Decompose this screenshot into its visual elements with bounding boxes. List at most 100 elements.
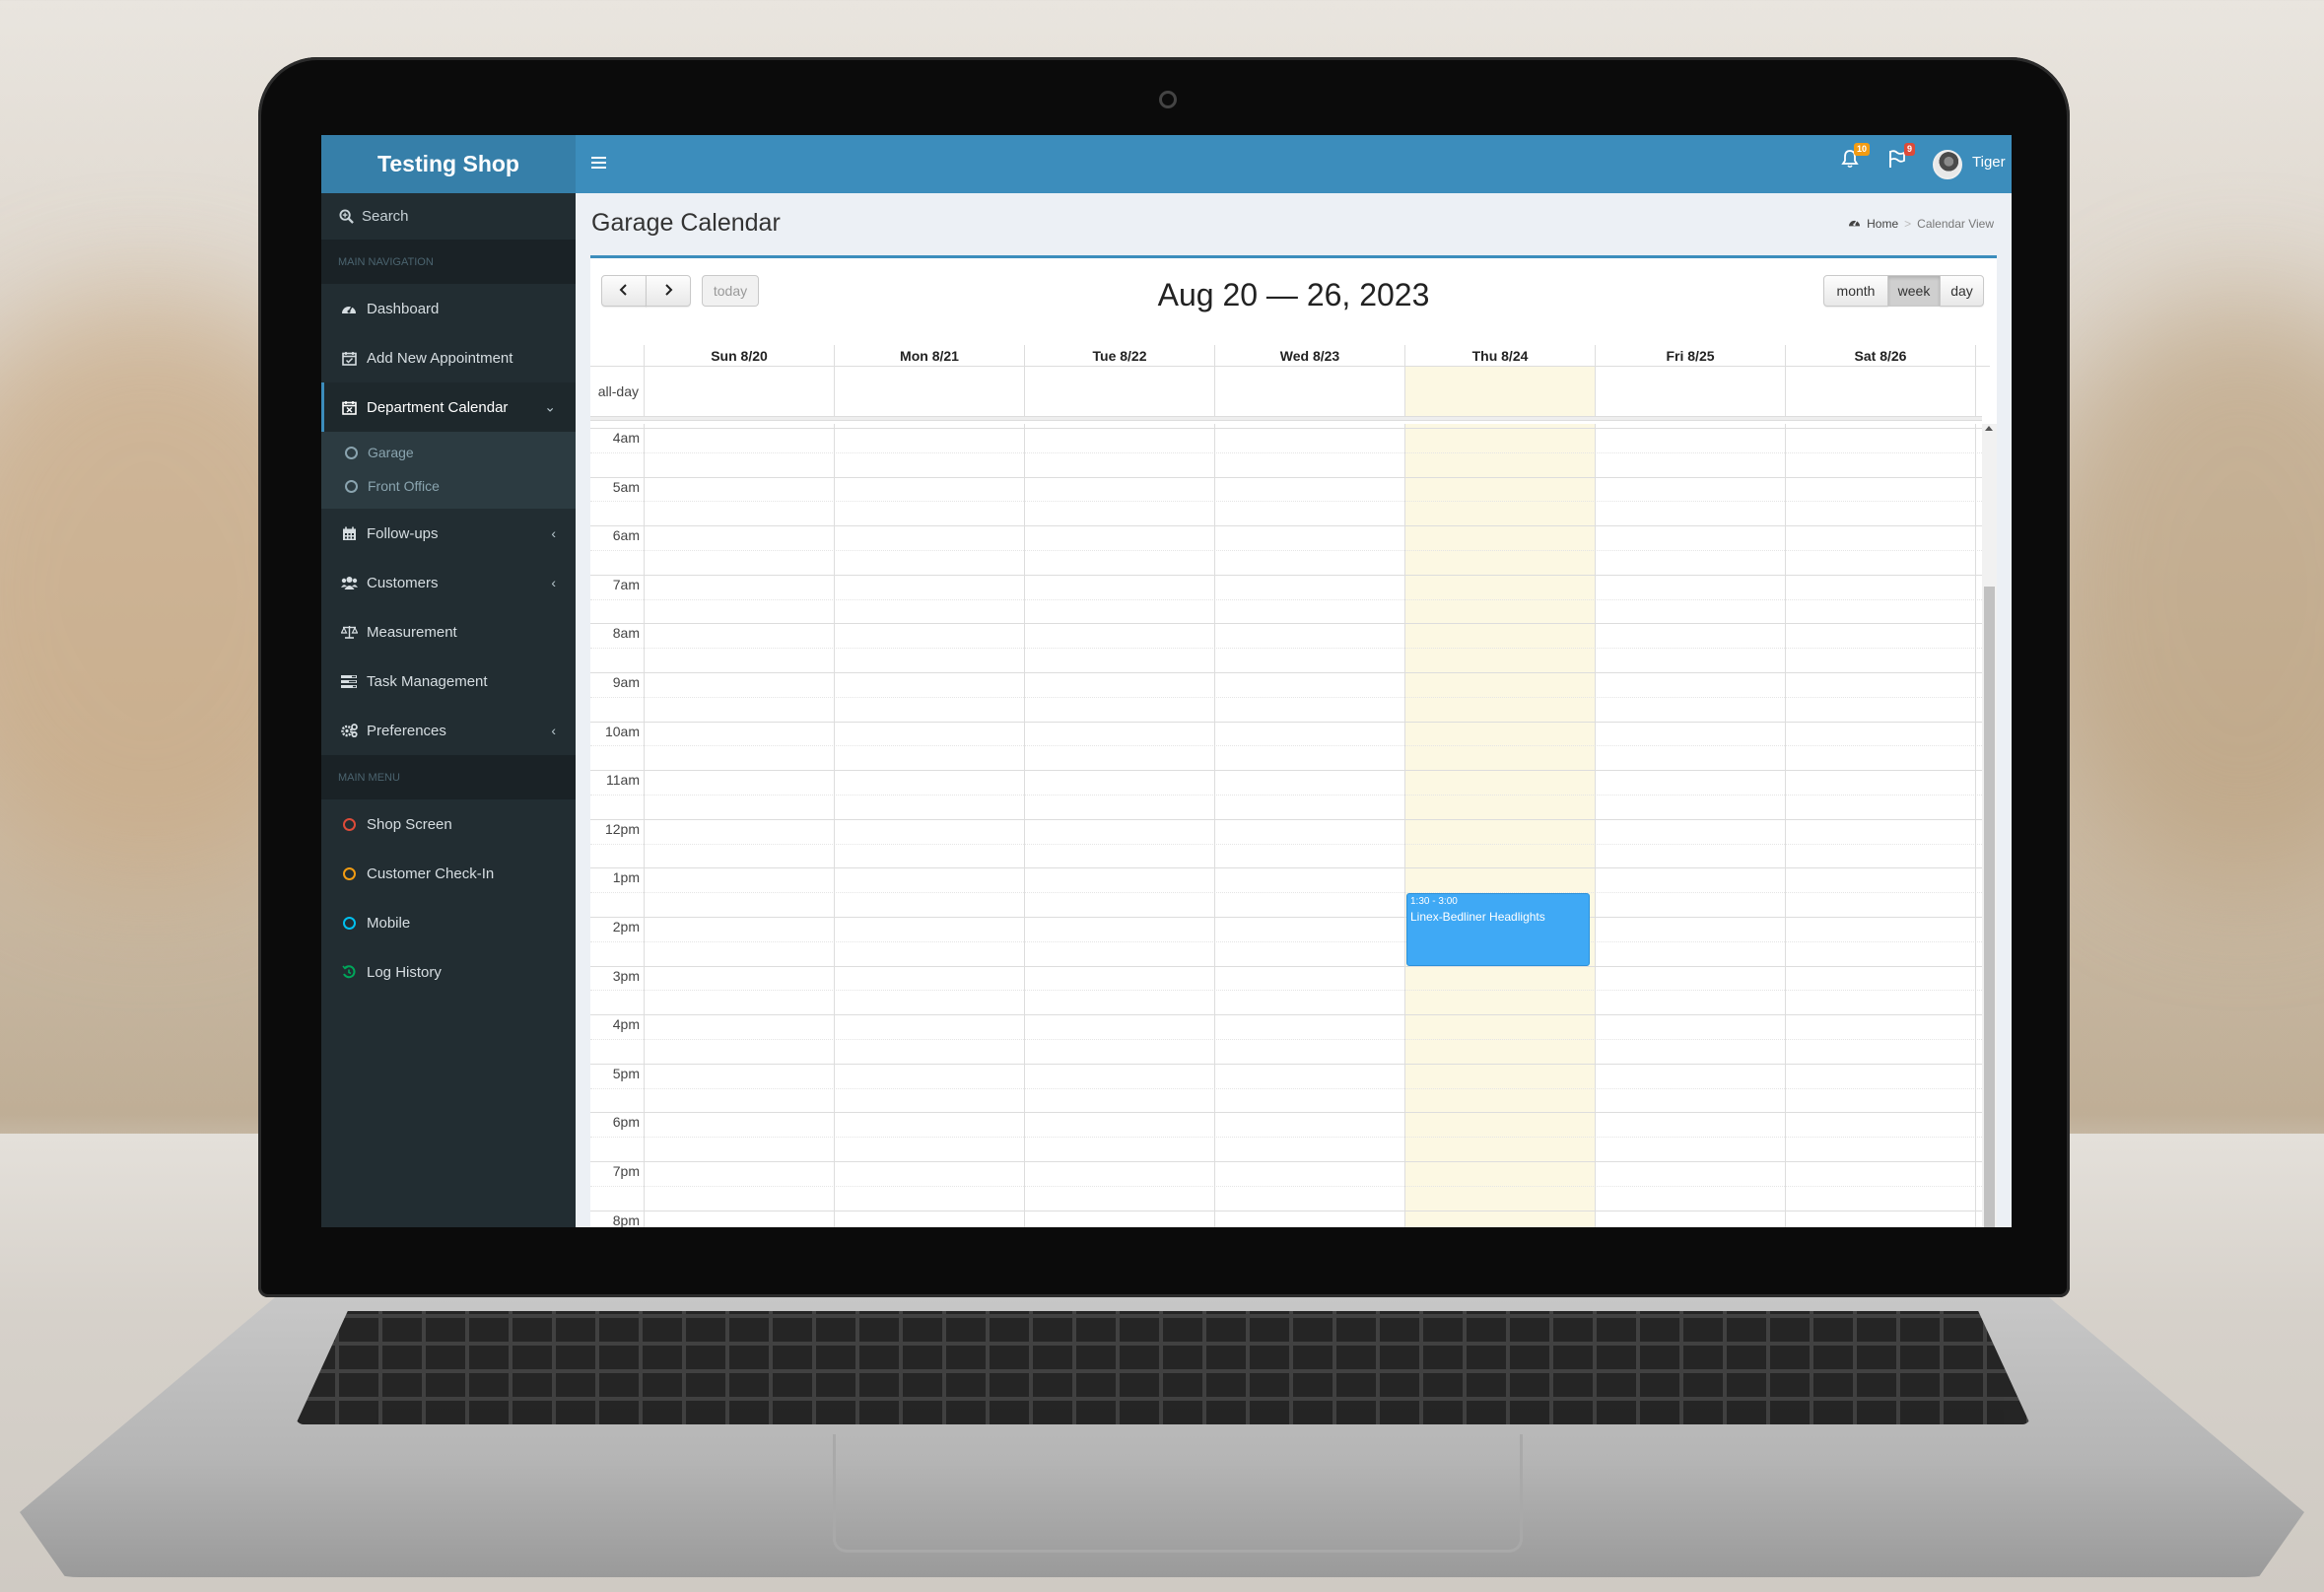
flags-button[interactable]: 9 <box>1888 143 1915 174</box>
sidebar-item-label: Task Management <box>367 672 488 690</box>
sidebar-item-measurement[interactable]: Measurement <box>321 607 576 657</box>
view-month-button[interactable]: month <box>1823 275 1888 307</box>
all-day-cell[interactable] <box>1404 367 1595 416</box>
hour-slot[interactable] <box>590 1161 1982 1162</box>
search-icon <box>339 209 354 224</box>
breadcrumb: Home > Calendar View <box>1848 217 1994 231</box>
half-hour-slot[interactable] <box>590 990 1982 992</box>
sidebar-item-log-history[interactable]: Log History <box>321 947 576 997</box>
sidebar-item-department-calendar[interactable]: Department Calendar ⌄ <box>321 382 576 432</box>
all-day-cell[interactable] <box>1595 367 1785 416</box>
time-label: 9am <box>612 674 640 690</box>
sidebar-item-task-management[interactable]: Task Management <box>321 657 576 706</box>
circle-icon <box>345 446 358 459</box>
breadcrumb-home[interactable]: Home <box>1867 217 1898 231</box>
sidebar-subitem-label: Front Office <box>368 478 440 494</box>
day-column-line <box>1975 424 1976 1227</box>
hour-slot[interactable] <box>590 525 1982 527</box>
breadcrumb-current: Calendar View <box>1917 217 1994 231</box>
half-hour-slot[interactable] <box>590 550 1982 551</box>
hour-slot[interactable] <box>590 428 1982 429</box>
sidebar-item-label: Mobile <box>367 914 411 932</box>
sidebar-subitem-garage[interactable]: Garage <box>321 436 576 469</box>
half-hour-slot[interactable] <box>590 501 1982 503</box>
half-hour-slot[interactable] <box>590 843 1982 845</box>
half-hour-slot[interactable] <box>590 1039 1982 1040</box>
scrollbar-thumb[interactable] <box>1984 587 1995 1227</box>
time-label: 2pm <box>612 919 640 934</box>
hour-slot[interactable] <box>590 476 1982 478</box>
time-grid-scrollbar[interactable] <box>1982 424 1997 1227</box>
half-hour-slot[interactable] <box>590 892 1982 894</box>
chevron-left-icon: ‹ <box>551 575 556 590</box>
sidebar-item-follow-ups[interactable]: Follow-ups ‹ <box>321 509 576 558</box>
search-label: Search <box>362 208 409 225</box>
half-hour-slot[interactable] <box>590 940 1982 942</box>
half-hour-slot[interactable] <box>590 795 1982 796</box>
half-hour-slot[interactable] <box>590 598 1982 600</box>
calendar-range-title: Aug 20 — 26, 2023 <box>1157 277 1430 312</box>
half-hour-slot[interactable] <box>590 1087 1982 1089</box>
sidebar-item-shop-screen[interactable]: Shop Screen <box>321 799 576 849</box>
sidebar-item-customers[interactable]: Customers ‹ <box>321 558 576 607</box>
sidebar-item-preferences[interactable]: Preferences ‹ <box>321 706 576 755</box>
time-label: 3pm <box>612 967 640 984</box>
hour-slot[interactable] <box>590 1112 1982 1114</box>
all-day-cell[interactable] <box>1024 367 1214 416</box>
view-week-button[interactable]: week <box>1887 275 1941 307</box>
sidebar-item-customer-check-in[interactable]: Customer Check-In <box>321 849 576 898</box>
circle-red-icon <box>340 817 358 831</box>
hamburger-icon[interactable] <box>591 157 606 169</box>
sidebar-item-label: Follow-ups <box>367 524 439 542</box>
sidebar-item-label: Shop Screen <box>367 815 452 833</box>
sidebar-search[interactable]: Search <box>321 193 576 240</box>
brand-logo[interactable]: Testing Shop <box>321 135 576 193</box>
time-label: 1pm <box>612 869 640 886</box>
sidebar-subitem-front-office[interactable]: Front Office <box>321 469 576 503</box>
all-day-scroll-gap <box>1975 367 1990 416</box>
hour-slot[interactable] <box>590 1014 1982 1016</box>
hour-slot[interactable] <box>590 917 1982 918</box>
sidebar-item-label: Measurement <box>367 623 457 641</box>
hour-slot[interactable] <box>590 1063 1982 1065</box>
calendar-box: today Aug 20 — 26, 2023 month week day S… <box>590 255 1997 1227</box>
all-day-cell[interactable] <box>1214 367 1404 416</box>
hour-slot[interactable] <box>590 965 1982 967</box>
hour-slot[interactable] <box>590 818 1982 820</box>
sidebar-item-label: Preferences <box>367 722 446 739</box>
day-header: Thu 8/24 <box>1404 345 1595 367</box>
hour-slot[interactable] <box>590 574 1982 576</box>
half-hour-slot[interactable] <box>590 1185 1982 1187</box>
scroll-up-arrow-icon[interactable] <box>1985 426 1993 431</box>
calendar-check-icon <box>340 351 358 366</box>
hour-slot[interactable] <box>590 770 1982 772</box>
hour-slot[interactable] <box>590 721 1982 723</box>
all-day-cell[interactable] <box>1785 367 1975 416</box>
today-column-highlight <box>1404 424 1595 1227</box>
all-day-cell[interactable] <box>834 367 1024 416</box>
time-label: 8am <box>612 625 640 642</box>
calendar-event[interactable]: 1:30 - 3:00 Linex-Bedliner Headlights <box>1406 893 1590 966</box>
all-day-divider <box>590 416 1982 421</box>
half-hour-slot[interactable] <box>590 1137 1982 1139</box>
view-day-button[interactable]: day <box>1940 275 1984 307</box>
half-hour-slot[interactable] <box>590 648 1982 650</box>
half-hour-slot[interactable] <box>590 696 1982 698</box>
sidebar-item-dashboard[interactable]: Dashboard <box>321 284 576 333</box>
user-avatar[interactable] <box>1933 150 1962 179</box>
dashboard-icon <box>1848 217 1861 231</box>
notifications-button[interactable]: 10 <box>1841 143 1870 174</box>
hour-slot[interactable] <box>590 623 1982 625</box>
day-column-line <box>1214 424 1215 1227</box>
sidebar-item-mobile[interactable]: Mobile <box>321 898 576 947</box>
user-name[interactable]: Tiger <box>1972 154 2006 171</box>
time-label: 11am <box>606 772 640 789</box>
hour-slot[interactable] <box>590 867 1982 869</box>
notifications-count-badge: 10 <box>1853 143 1870 156</box>
hour-slot[interactable] <box>590 672 1982 673</box>
sidebar-item-add-new-appointment[interactable]: Add New Appointment <box>321 333 576 382</box>
half-hour-slot[interactable] <box>590 745 1982 747</box>
flag-icon <box>1888 150 1906 173</box>
half-hour-slot[interactable] <box>590 451 1982 453</box>
all-day-cell[interactable] <box>644 367 834 416</box>
